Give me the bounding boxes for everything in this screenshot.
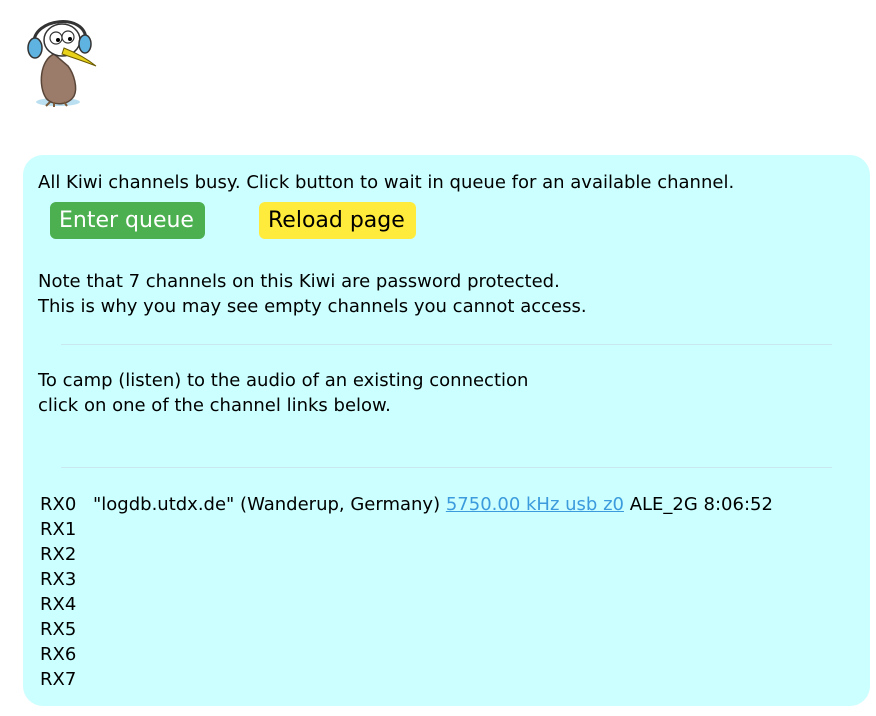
channel-user: "logdb.utdx.de" (Wanderup, Germany) [93,494,441,515]
channel-row-rx3: RX3 [40,567,773,592]
enter-queue-button[interactable]: Enter queue [50,202,205,239]
channel-row-rx6: RX6 [40,642,773,667]
channel-camp-link[interactable]: 5750.00 kHz usb z0 [446,494,624,515]
channel-row-rx5: RX5 [40,617,773,642]
channel-row-rx2: RX2 [40,542,773,567]
channel-label: RX1 [40,519,77,540]
queue-panel: All Kiwi channels busy. Click button to … [23,155,870,706]
channel-row-rx1: RX1 [40,517,773,542]
busy-message: All Kiwi channels busy. Click button to … [38,172,735,193]
channel-extra: ALE_2G 8:06:52 [629,494,773,515]
channel-label: RX6 [40,644,77,665]
channel-row-rx0: RX0 "logdb.utdx.de" (Wanderup, Germany) 5… [40,492,773,517]
channel-label: RX5 [40,619,77,640]
divider [61,344,832,345]
channel-row-rx4: RX4 [40,592,773,617]
channel-label: RX2 [40,544,77,565]
divider [61,467,832,468]
note-line-2: This is why you may see empty channels y… [38,296,587,317]
channel-list: RX0 "logdb.utdx.de" (Wanderup, Germany) 5… [40,492,773,692]
channel-label: RX7 [40,669,77,690]
channel-label: RX0 [40,494,77,515]
kiwi-logo-icon [27,20,97,107]
camp-line-1: To camp (listen) to the audio of an exis… [38,370,529,391]
channel-label: RX3 [40,569,77,590]
reload-page-button[interactable]: Reload page [259,202,416,239]
channel-label: RX4 [40,594,77,615]
channel-row-rx7: RX7 [40,667,773,692]
note-line-1: Note that 7 channels on this Kiwi are pa… [38,271,560,292]
camp-line-2: click on one of the channel links below. [38,395,391,416]
